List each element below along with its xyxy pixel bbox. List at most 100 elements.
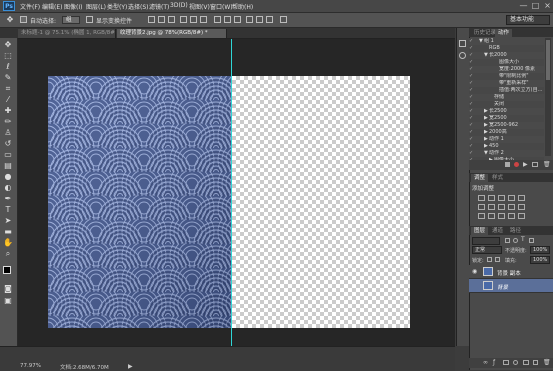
channel-mixer-icon[interactable] — [518, 204, 525, 210]
action-toggle-icon[interactable]: ✓ — [469, 108, 475, 115]
tab-layers[interactable]: 图层 — [471, 227, 489, 235]
menu-window[interactable]: 窗口(W) — [210, 2, 233, 11]
menu-help[interactable]: 帮助(H) — [232, 2, 253, 11]
align-top-icon[interactable] — [148, 16, 155, 23]
tab-untitled-1[interactable]: 未标题-1 @ 75.1% (椭圆 1, RGB/8#) — [18, 29, 116, 38]
move-tool-icon[interactable]: ✥ — [3, 40, 13, 50]
menu-type[interactable]: 类型(Y) — [107, 2, 127, 11]
zoom-tool-icon[interactable]: ⌕ — [3, 249, 13, 259]
gradient-tool-icon[interactable]: ▤ — [3, 161, 13, 171]
posterize-icon[interactable] — [488, 213, 495, 219]
workspace-dropdown[interactable]: 基本功能 — [506, 15, 550, 25]
distribute-top-icon[interactable] — [214, 16, 221, 23]
blend-mode-dropdown[interactable]: 正常 — [472, 246, 502, 254]
lock-pixels-icon[interactable] — [495, 257, 500, 262]
distribute-right-icon[interactable] — [266, 16, 273, 23]
action-toggle-icon[interactable]: ✓ — [469, 101, 475, 108]
fill-input[interactable]: 100% — [530, 256, 550, 264]
layer-row[interactable]: 背景 — [469, 279, 553, 293]
quick-mask-icon[interactable]: ◙ — [3, 284, 13, 294]
add-mask-icon[interactable] — [503, 360, 509, 365]
hand-tool-icon[interactable]: ✋ — [3, 238, 13, 248]
align-vcenter-icon[interactable] — [158, 16, 165, 23]
invert-icon[interactable] — [478, 213, 485, 219]
auto-align-icon[interactable] — [280, 16, 287, 23]
shape-tool-icon[interactable]: ▬ — [3, 227, 13, 237]
auto-select-dropdown[interactable]: 组 — [62, 16, 80, 24]
action-toggle-icon[interactable]: ✓ — [469, 80, 475, 87]
filter-pixel-icon[interactable] — [505, 238, 510, 243]
menu-view[interactable]: 视图(V) — [189, 2, 210, 11]
color-balance-icon[interactable] — [488, 204, 495, 210]
filter-type-icon[interactable]: T — [521, 236, 525, 243]
levels-icon[interactable] — [488, 195, 495, 201]
photo-filter-icon[interactable] — [508, 204, 515, 210]
crop-tool-icon[interactable]: ⌗ — [3, 84, 13, 94]
opacity-input[interactable]: 100% — [530, 246, 550, 254]
new-group-icon[interactable] — [523, 360, 529, 365]
delete-layer-icon[interactable]: 🗑 — [543, 359, 551, 366]
new-adjustment-icon[interactable] — [513, 360, 518, 365]
menu-edit[interactable]: 编辑(E) — [42, 2, 62, 11]
minimize-button[interactable]: — — [518, 1, 529, 10]
layer-filter-dropdown[interactable] — [472, 237, 500, 245]
stop-icon[interactable] — [505, 162, 510, 167]
eye-icon-hidden[interactable] — [472, 282, 478, 288]
type-tool-icon[interactable]: T — [3, 205, 13, 215]
action-toggle-icon[interactable]: ✓ — [469, 38, 475, 45]
threshold-icon[interactable] — [498, 213, 505, 219]
layer-row[interactable]: ◉ 背景 副本 — [469, 265, 553, 279]
selective-color-icon[interactable] — [518, 213, 525, 219]
distribute-left-icon[interactable] — [246, 16, 253, 23]
menu-filter[interactable]: 滤镜(T) — [149, 2, 169, 11]
history-panel-icon[interactable] — [459, 40, 466, 47]
tab-channels[interactable]: 通道 — [489, 227, 506, 235]
actions-scroll-thumb[interactable] — [546, 40, 550, 80]
lasso-tool-icon[interactable]: ℓ — [3, 62, 13, 72]
screen-mode-icon[interactable]: ▣ — [3, 296, 13, 306]
action-toggle-icon[interactable]: ✓ — [469, 136, 475, 143]
menu-select[interactable]: 选择(S) — [128, 2, 149, 11]
action-toggle-icon[interactable]: ✓ — [469, 94, 475, 101]
eye-icon[interactable]: ◉ — [472, 268, 477, 275]
delete-action-icon[interactable]: 🗑 — [543, 161, 551, 168]
action-toggle-icon[interactable]: ✓ — [469, 115, 475, 122]
actions-scrollbar[interactable] — [545, 38, 551, 156]
auto-select-checkbox[interactable] — [20, 16, 27, 23]
brightness-contrast-icon[interactable] — [478, 195, 485, 201]
hue-saturation-icon[interactable] — [478, 204, 485, 210]
healing-brush-tool-icon[interactable]: ✚ — [3, 106, 13, 116]
action-toggle-icon[interactable]: ✓ — [469, 66, 475, 73]
vibrance-icon[interactable] — [518, 195, 525, 201]
action-toggle-icon[interactable]: ✓ — [469, 73, 475, 80]
tab-paths[interactable]: 路径 — [507, 227, 524, 235]
status-arrow-icon[interactable]: ▶ — [128, 363, 133, 370]
menu-image[interactable]: 图像(I) — [64, 2, 82, 11]
filter-adjustment-icon[interactable] — [513, 238, 518, 243]
align-left-icon[interactable] — [180, 16, 187, 23]
action-toggle-icon[interactable]: ✓ — [469, 143, 475, 150]
lock-transparent-icon[interactable] — [487, 257, 492, 262]
play-icon[interactable]: ▶ — [523, 161, 528, 168]
link-layers-icon[interactable]: ∞ — [483, 359, 488, 366]
pen-tool-icon[interactable]: ✒ — [3, 194, 13, 204]
align-hcenter-icon[interactable] — [190, 16, 197, 23]
curves-icon[interactable] — [498, 195, 505, 201]
dodge-tool-icon[interactable]: ◐ — [3, 183, 13, 193]
layer-style-icon[interactable]: ƒ — [493, 359, 495, 366]
gradient-map-icon[interactable] — [508, 213, 515, 219]
actions-panel-icon[interactable] — [459, 52, 466, 59]
distribute-hcenter-icon[interactable] — [256, 16, 263, 23]
action-toggle-icon[interactable]: ✓ — [469, 122, 475, 129]
tab-styles[interactable]: 样式 — [489, 174, 506, 182]
align-bottom-icon[interactable] — [168, 16, 175, 23]
foreground-color-swatch[interactable] — [3, 266, 11, 274]
new-set-icon[interactable] — [532, 162, 538, 167]
menu-layer[interactable]: 图层(L) — [86, 2, 106, 11]
tab-texture-background[interactable]: 纹理背景2.jpg @ 78%(RGB/8#) * — [117, 29, 227, 38]
zoom-level[interactable]: 77.97% — [20, 363, 41, 369]
quick-select-tool-icon[interactable]: ✎ — [3, 73, 13, 83]
action-toggle-icon[interactable]: ✓ — [469, 87, 475, 94]
layer-name[interactable]: 背景 — [497, 283, 508, 291]
record-icon[interactable] — [514, 162, 519, 167]
